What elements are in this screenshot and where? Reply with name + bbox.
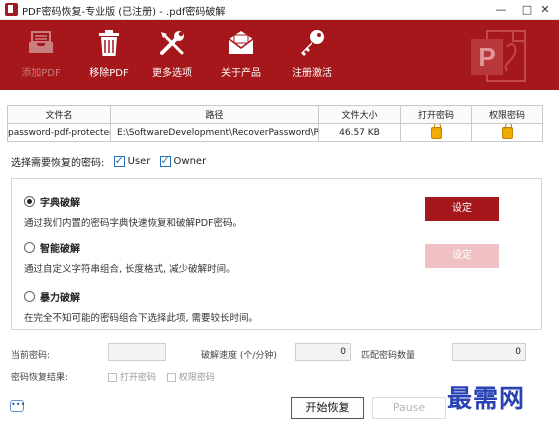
brute-force-title: 暴力破解 — [40, 293, 80, 304]
smart-desc: 通过自定义字符串组合, 长度格式, 减少破解时间。 — [24, 264, 236, 275]
more-options-label: 更多选项 — [152, 68, 192, 79]
pdf-logo-icon: P — [471, 30, 526, 82]
file-table-header: 文件名 路径 文件大小 打开密码 权限密码 — [7, 105, 543, 124]
result-label: 密码恢复结果: — [11, 373, 69, 383]
cell-path: E:\SoftwareDevelopment\RecoverPassword\P… — [110, 123, 319, 142]
envelope-icon — [228, 31, 254, 54]
user-checkbox-label: User — [127, 156, 151, 167]
title-bar: PDF密码恢复-专业版 (已注册) - .pdf密码破解 — □ ✕ — [0, 0, 559, 20]
speed-field: 0 — [295, 343, 351, 361]
lock-icon — [430, 124, 442, 139]
dictionary-radio[interactable] — [24, 196, 35, 207]
more-options-button[interactable]: 更多选项 — [141, 26, 203, 86]
column-header-permission-password[interactable]: 权限密码 — [471, 105, 543, 124]
cell-open-password — [400, 123, 472, 142]
pause-button[interactable]: Pause — [372, 397, 446, 419]
smart-mode: 智能破解 通过自定义字符串组合, 长度格式, 减少破解时间。 — [24, 240, 236, 275]
current-password-label: 当前密码: — [11, 351, 51, 361]
start-recovery-button[interactable]: 开始恢复 — [291, 397, 364, 419]
dictionary-mode: 字典破解 通过我们内置的密码字典快速恢复和破解PDF密码。 — [24, 194, 242, 229]
match-count-field: 0 — [452, 343, 526, 361]
dictionary-settings-button[interactable]: 设定 — [425, 197, 499, 221]
window-title: PDF密码恢复-专业版 (已注册) - .pdf密码破解 — [22, 7, 226, 18]
brute-force-mode: 暴力破解 在完全不知可能的密码组合下选择此项, 需要较长时间。 — [24, 289, 258, 324]
smart-title: 智能破解 — [40, 244, 80, 255]
add-pdf-button[interactable]: 添加PDF — [10, 26, 72, 86]
dictionary-title: 字典破解 — [40, 198, 80, 209]
brute-force-desc: 在完全不知可能的密码组合下选择此项, 需要较长时间。 — [24, 313, 259, 324]
brute-force-radio[interactable] — [24, 291, 35, 302]
speed-label: 破解速度 (个/分钟) — [201, 351, 277, 361]
column-header-size[interactable]: 文件大小 — [318, 105, 401, 124]
smart-radio[interactable] — [24, 242, 35, 253]
register-button[interactable]: 注册激活 — [281, 26, 343, 86]
owner-checkbox-label: Owner — [173, 156, 207, 167]
password-select-label: 选择需要恢复的密码: — [11, 158, 105, 169]
watermark-text: 最需网 — [447, 384, 526, 413]
result-open-checkbox[interactable] — [108, 373, 117, 382]
user-checkbox[interactable] — [113, 154, 125, 167]
password-select-row: 选择需要恢复的密码: User Owner — [11, 154, 206, 170]
cell-permission-password — [471, 123, 543, 142]
result-checkboxes: 打开密码 权限密码 — [100, 370, 215, 383]
register-label: 注册激活 — [292, 68, 332, 79]
smart-settings-button[interactable]: 设定 — [425, 244, 499, 268]
result-permission-label: 权限密码 — [178, 373, 215, 383]
column-header-path[interactable]: 路径 — [110, 105, 319, 124]
file-table: 文件名 路径 文件大小 打开密码 权限密码 password-pdf-prote… — [7, 105, 543, 142]
column-header-filename[interactable]: 文件名 — [7, 105, 111, 124]
current-password-field — [108, 343, 166, 361]
app-icon — [5, 3, 18, 16]
dictionary-desc: 通过我们内置的密码字典快速恢复和破解PDF密码。 — [24, 218, 243, 229]
key-icon — [301, 30, 324, 56]
lock-icon — [501, 124, 513, 139]
tools-icon — [160, 31, 184, 55]
result-open-label: 打开密码 — [120, 373, 157, 383]
result-permission-checkbox[interactable] — [166, 373, 176, 382]
trash-icon — [99, 30, 119, 56]
remove-pdf-button[interactable]: 移除PDF — [78, 26, 140, 86]
svg-text:P: P — [478, 42, 495, 72]
table-row[interactable]: password-pdf-protected.pdf E:\SoftwareDe… — [7, 123, 543, 142]
match-count-label: 匹配密码数量 — [361, 351, 416, 361]
cell-size: 46.57 KB — [318, 123, 401, 142]
add-pdf-label: 添加PDF — [21, 68, 61, 79]
minimize-button[interactable]: — — [487, 0, 515, 20]
inbox-tray-icon — [29, 31, 53, 53]
attack-mode-panel: 字典破解 通过我们内置的密码字典快速恢复和破解PDF密码。 设定 智能破解 通过… — [11, 178, 542, 330]
help-icon[interactable]: ••• — [10, 400, 25, 412]
about-button[interactable]: 关于产品 — [210, 26, 272, 86]
about-label: 关于产品 — [221, 68, 261, 79]
toolbar: 添加PDF 移除PDF 更多选项 关于产品 注册激活 P — [0, 20, 559, 90]
column-header-open-password[interactable]: 打开密码 — [400, 105, 472, 124]
remove-pdf-label: 移除PDF — [89, 68, 129, 79]
owner-checkbox[interactable] — [159, 154, 171, 167]
close-button[interactable]: ✕ — [531, 0, 559, 20]
cell-filename: password-pdf-protected.pdf — [7, 123, 111, 142]
